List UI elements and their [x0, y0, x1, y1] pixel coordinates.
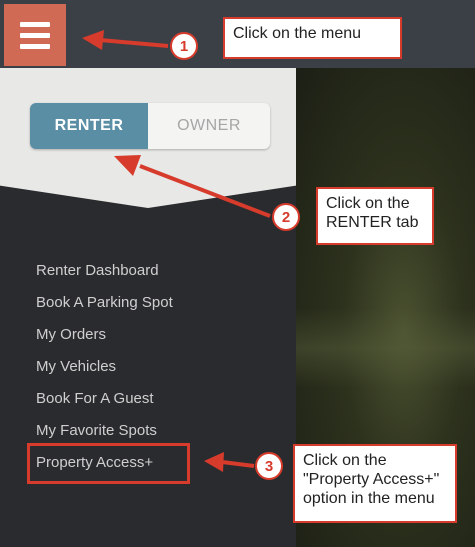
step-3-badge: 3	[255, 452, 283, 480]
callout-step-1: Click on the menu	[223, 17, 402, 59]
sidebar-item-book-parking-spot[interactable]: Book A Parking Spot	[36, 294, 173, 311]
renter-tab[interactable]: RENTER	[30, 103, 148, 149]
sidebar-item-book-for-guest[interactable]: Book For A Guest	[36, 390, 154, 407]
menu-icon-bar	[20, 32, 50, 38]
callout-step-3: Click on the "Property Access+" option i…	[293, 444, 457, 523]
callout-step-2: Click on the RENTER tab	[316, 187, 434, 245]
renter-owner-toggle: RENTER OWNER	[30, 103, 270, 149]
menu-icon-bar	[20, 21, 50, 27]
owner-tab[interactable]: OWNER	[148, 103, 270, 149]
property-access-highlight	[27, 443, 190, 484]
step-2-badge: 2	[272, 203, 300, 231]
sidebar-item-my-vehicles[interactable]: My Vehicles	[36, 358, 116, 375]
menu-icon-bar	[20, 43, 50, 49]
sidebar-item-my-favorite-spots[interactable]: My Favorite Spots	[36, 422, 157, 439]
sidebar-item-renter-dashboard[interactable]: Renter Dashboard	[36, 262, 159, 279]
sidebar-item-my-orders[interactable]: My Orders	[36, 326, 106, 343]
hamburger-menu-button[interactable]	[4, 4, 66, 66]
step-1-badge: 1	[170, 32, 198, 60]
